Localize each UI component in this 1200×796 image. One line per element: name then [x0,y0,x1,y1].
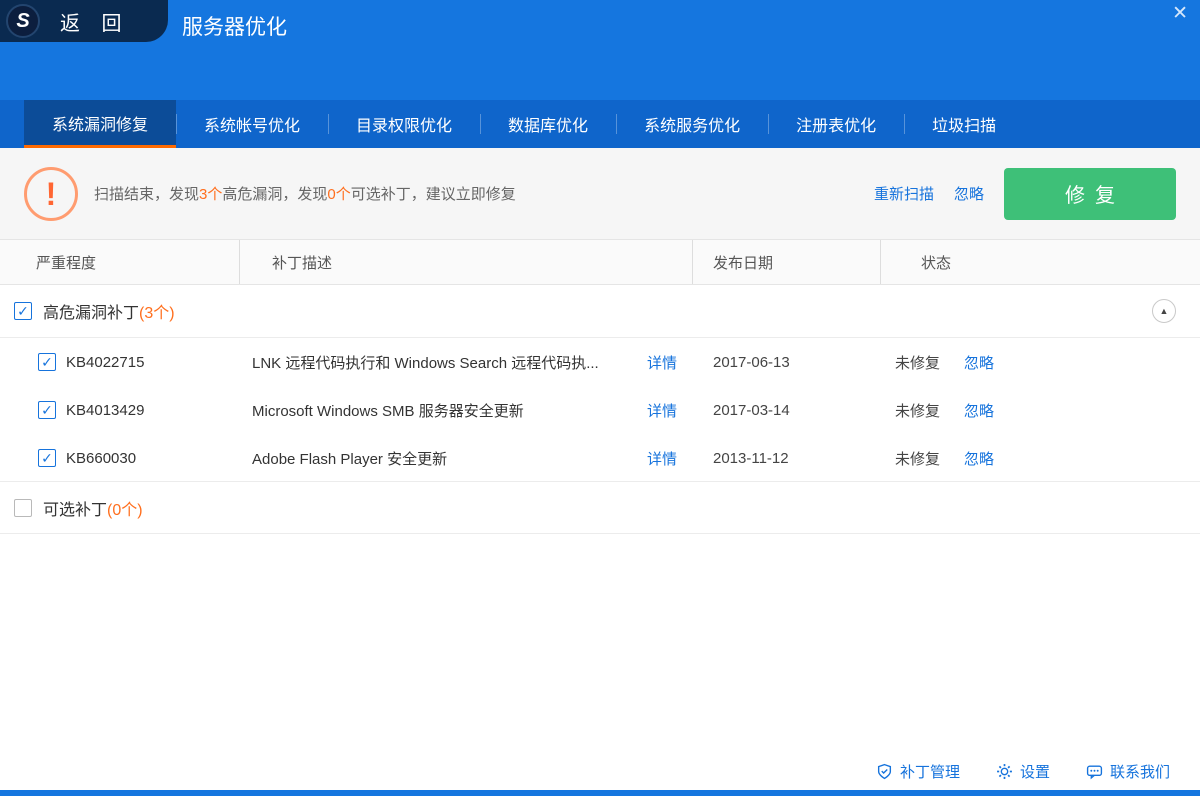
patch-manager-label: 补丁管理 [900,761,960,782]
app-window: S 返 回 服务器优化 ✕ 系统漏洞修复 系统帐号优化 目录权限优化 数据库优化… [0,0,1200,796]
rescan-link[interactable]: 重新扫描 [874,183,934,204]
shield-icon [876,763,893,780]
patch-manager-link[interactable]: 补丁管理 [876,761,960,782]
group-label-optional: 可选补丁(0个) [43,496,143,520]
fix-button[interactable]: 修复 [1004,168,1176,220]
table-header: 严重程度 补丁描述 发布日期 状态 [0,240,1200,285]
gear-icon [996,763,1013,780]
table-row: ✓ KB4013429 Microsoft Windows SMB 服务器安全更… [0,386,1200,434]
tab-database-optimize[interactable]: 数据库优化 [480,100,616,148]
chat-icon [1086,763,1103,780]
back-area[interactable]: S 返 回 [0,0,168,42]
footer-bar: 补丁管理 设置 联系我们 [0,752,1200,790]
group-count: (0个) [107,502,143,519]
header: S 返 回 服务器优化 ✕ 系统漏洞修复 系统帐号优化 目录权限优化 数据库优化… [0,0,1200,148]
group-label-high-risk: 高危漏洞补丁(3个) [43,299,175,323]
settings-label: 设置 [1020,761,1050,782]
group-count: (3个) [139,305,175,322]
group-label-text: 高危漏洞补丁 [43,305,139,322]
description-cell: LNK 远程代码执行和 Windows Search 远程代码执... 详情 [240,352,693,373]
scan-summary-text: 扫描结束，发现3个高危漏洞，发现0个可选补丁，建议立即修复 [94,183,516,204]
check-icon: ✓ [41,451,53,465]
row-ignore-link[interactable]: 忽略 [964,352,994,373]
column-header-status: 状态 [881,240,1200,284]
table-row: ✓ KB660030 Adobe Flash Player 安全更新 详情 20… [0,434,1200,482]
patch-date: 2017-03-14 [693,402,881,419]
patch-description: LNK 远程代码执行和 Windows Search 远程代码执... [252,352,647,373]
patch-date: 2013-11-12 [693,450,881,467]
scan-summary-bar: ! 扫描结束，发现3个高危漏洞，发现0个可选补丁，建议立即修复 重新扫描 忽略 … [0,148,1200,240]
status-actions: 重新扫描 忽略 修复 [874,168,1176,220]
description-cell: Adobe Flash Player 安全更新 详情 [240,448,693,469]
severity-cell: ✓ KB660030 [0,449,240,467]
severity-cell: ✓ KB4022715 [0,353,240,371]
status-label: 未修复 [895,352,940,373]
patch-description: Adobe Flash Player 安全更新 [252,448,647,469]
page-title: 服务器优化 [182,11,287,41]
description-cell: Microsoft Windows SMB 服务器安全更新 详情 [240,400,693,421]
check-icon: ✓ [41,355,53,369]
row-checkbox[interactable]: ✓ [38,353,56,371]
close-icon[interactable]: ✕ [1172,2,1188,25]
bottom-accent-bar [0,790,1200,796]
status-label: 未修复 [895,400,940,421]
group-row-optional: 可选补丁(0个) [0,481,1200,534]
row-checkbox[interactable]: ✓ [38,401,56,419]
tab-system-service-optimize[interactable]: 系统服务优化 [616,100,768,148]
high-risk-count: 3个 [199,186,222,203]
status-label: 未修复 [895,448,940,469]
row-ignore-link[interactable]: 忽略 [964,448,994,469]
chevron-up-icon: ▲ [1160,307,1169,316]
group-row-high-risk: ✓ 高危漏洞补丁(3个) ▲ [0,285,1200,338]
back-button[interactable]: 返 回 [60,7,130,36]
column-header-description: 补丁描述 [240,240,693,284]
tab-directory-permission-optimize[interactable]: 目录权限优化 [328,100,480,148]
tab-system-vulnerability-fix[interactable]: 系统漏洞修复 [24,100,176,148]
group-checkbox-optional[interactable] [14,499,32,517]
app-logo-icon: S [6,4,40,38]
contact-us-label: 联系我们 [1110,761,1170,782]
detail-link[interactable]: 详情 [647,448,677,469]
status-cell: 未修复 忽略 [881,352,1200,373]
row-checkbox[interactable]: ✓ [38,449,56,467]
summary-middle: 高危漏洞，发现 [222,186,327,203]
settings-link[interactable]: 设置 [996,761,1050,782]
column-header-date: 发布日期 [693,240,881,284]
patch-id: KB4022715 [66,354,144,371]
tab-garbage-scan[interactable]: 垃圾扫描 [904,100,1024,148]
column-header-severity: 严重程度 [0,240,240,284]
tab-system-account-optimize[interactable]: 系统帐号优化 [176,100,328,148]
tab-bar: 系统漏洞修复 系统帐号优化 目录权限优化 数据库优化 系统服务优化 注册表优化 … [0,100,1200,148]
collapse-toggle[interactable]: ▲ [1152,299,1176,323]
detail-link[interactable]: 详情 [647,352,677,373]
patch-date: 2017-06-13 [693,354,881,371]
warning-icon: ! [24,167,78,221]
patch-description: Microsoft Windows SMB 服务器安全更新 [252,400,647,421]
optional-count: 0个 [327,186,350,203]
warning-glyph: ! [46,178,57,210]
tab-registry-optimize[interactable]: 注册表优化 [768,100,904,148]
summary-suffix: 可选补丁，建议立即修复 [351,186,516,203]
severity-cell: ✓ KB4013429 [0,401,240,419]
table-row: ✓ KB4022715 LNK 远程代码执行和 Windows Search 远… [0,338,1200,386]
check-icon: ✓ [41,403,53,417]
patch-id: KB660030 [66,450,136,467]
row-ignore-link[interactable]: 忽略 [964,400,994,421]
group-label-text: 可选补丁 [43,502,107,519]
patch-id: KB4013429 [66,402,144,419]
status-cell: 未修复 忽略 [881,400,1200,421]
summary-prefix: 扫描结束，发现 [94,186,199,203]
group-checkbox-high-risk[interactable]: ✓ [14,302,32,320]
ignore-all-link[interactable]: 忽略 [954,183,984,204]
contact-us-link[interactable]: 联系我们 [1086,761,1170,782]
status-cell: 未修复 忽略 [881,448,1200,469]
detail-link[interactable]: 详情 [647,400,677,421]
check-icon: ✓ [17,304,29,318]
